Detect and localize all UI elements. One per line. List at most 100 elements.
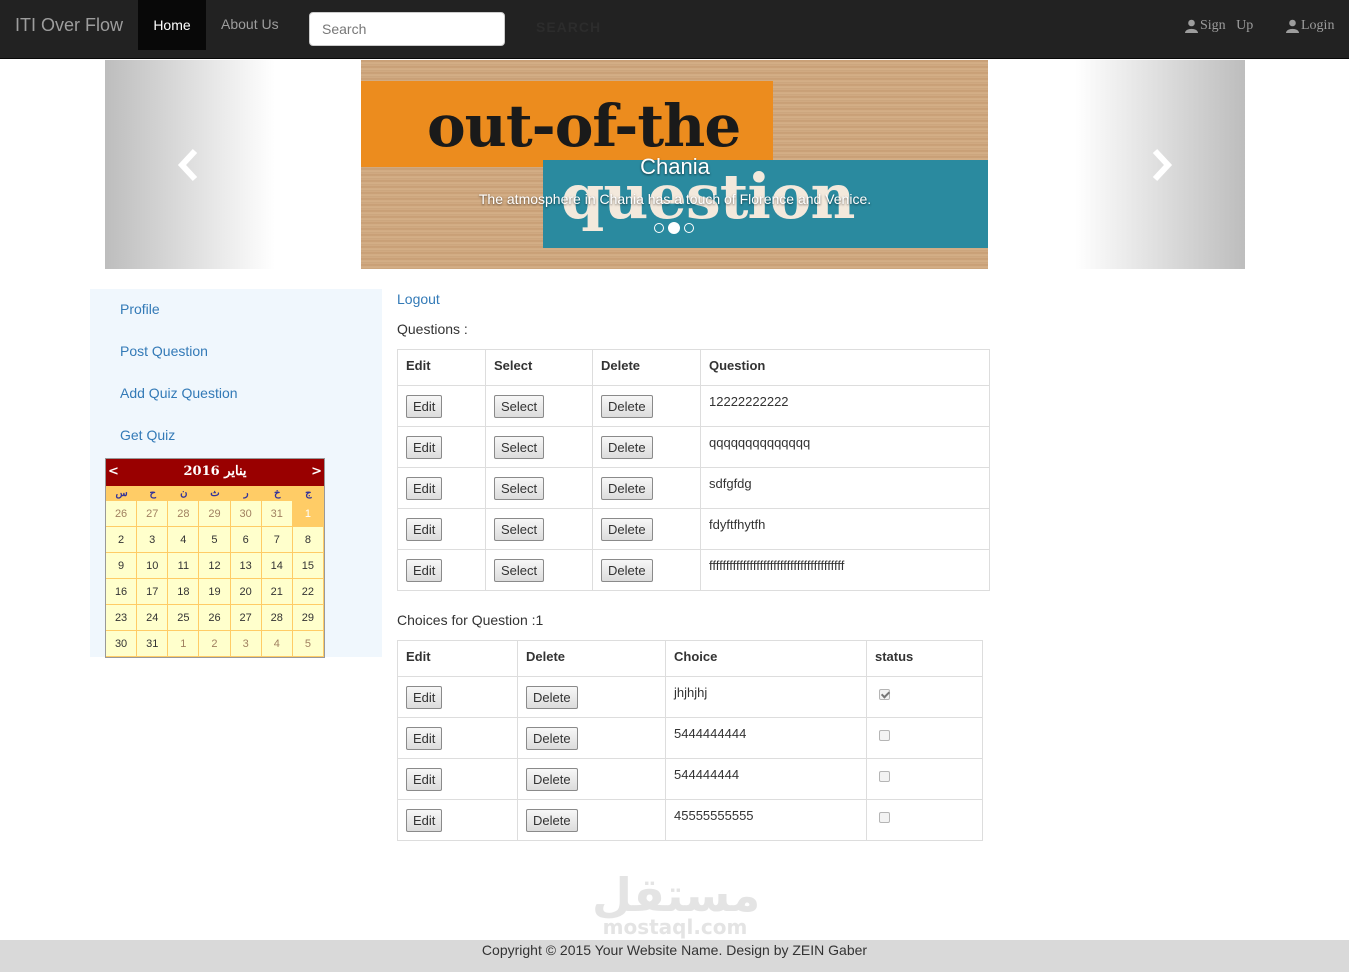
calendar-day[interactable]: 30: [230, 501, 262, 527]
calendar-day[interactable]: 24: [137, 605, 169, 631]
table-row: Edit Delete 5444444444: [397, 717, 983, 759]
select-button[interactable]: Select: [494, 395, 545, 418]
calendar-day[interactable]: 28: [261, 605, 293, 631]
delete-button[interactable]: Delete: [601, 518, 653, 541]
calendar-day[interactable]: 3: [230, 631, 262, 657]
carousel-indicator-active[interactable]: [668, 222, 680, 234]
calendar-day[interactable]: 22: [292, 579, 324, 605]
login-label: Login: [1301, 18, 1335, 33]
status-checkbox[interactable]: [879, 689, 890, 700]
table-row: Edit Select Delete fdyftfhytfh: [397, 508, 990, 550]
search-input[interactable]: [309, 12, 505, 46]
calendar-day[interactable]: 25: [168, 605, 200, 631]
calendar-day[interactable]: 9: [106, 553, 138, 579]
calendar-next-button[interactable]: >: [311, 464, 322, 479]
edit-button[interactable]: Edit: [406, 518, 443, 541]
calendar-day[interactable]: 26: [199, 605, 231, 631]
calendar-day[interactable]: 14: [261, 553, 293, 579]
sidebar-item-add-quiz-question[interactable]: Add Quiz Question: [120, 385, 238, 401]
nav-signup-link[interactable]: Sign Up: [1185, 18, 1253, 34]
nav-login-link[interactable]: Login: [1286, 18, 1334, 34]
calendar-day[interactable]: 3: [137, 527, 169, 553]
edit-button[interactable]: Edit: [406, 809, 443, 832]
calendar-day[interactable]: 2: [106, 527, 138, 553]
watermark-arabic: مستقل: [592, 868, 761, 922]
logout-link[interactable]: Logout: [397, 291, 440, 307]
calendar-day[interactable]: 16: [106, 579, 138, 605]
delete-button[interactable]: Delete: [601, 395, 653, 418]
edit-button[interactable]: Edit: [406, 477, 443, 500]
edit-button[interactable]: Edit: [406, 436, 443, 459]
delete-button[interactable]: Delete: [526, 686, 578, 709]
calendar-day[interactable]: 15: [292, 553, 324, 579]
carousel-indicator[interactable]: [654, 223, 664, 233]
status-checkbox[interactable]: [879, 730, 890, 741]
nav-about-link[interactable]: About Us: [221, 16, 279, 32]
choice-text: 45555555555: [665, 799, 867, 841]
sidebar-item-get-quiz[interactable]: Get Quiz: [120, 427, 175, 443]
calendar-day[interactable]: 7: [261, 527, 293, 553]
delete-button[interactable]: Delete: [526, 727, 578, 750]
edit-button[interactable]: Edit: [406, 727, 443, 750]
search-button[interactable]: SEARCH: [536, 19, 601, 35]
brand-logo[interactable]: ITI Over Flow: [15, 15, 123, 36]
status-checkbox[interactable]: [879, 812, 890, 823]
user-icon: [1185, 19, 1198, 33]
calendar-day[interactable]: 17: [137, 579, 169, 605]
calendar-day[interactable]: 27: [230, 605, 262, 631]
delete-button[interactable]: Delete: [601, 477, 653, 500]
calendar-day[interactable]: 1: [168, 631, 200, 657]
select-button[interactable]: Select: [494, 477, 545, 500]
calendar-day[interactable]: 13: [230, 553, 262, 579]
carousel-caption-text: The atmosphere in Chania has a touch of …: [478, 191, 872, 207]
questions-label: Questions :: [397, 321, 468, 337]
edit-button[interactable]: Edit: [406, 686, 443, 709]
calendar-day[interactable]: 19: [199, 579, 231, 605]
edit-button[interactable]: Edit: [406, 768, 443, 791]
calendar-day[interactable]: 27: [137, 501, 169, 527]
edit-button[interactable]: Edit: [406, 559, 443, 582]
calendar-day[interactable]: 21: [261, 579, 293, 605]
calendar-day[interactable]: 31: [261, 501, 293, 527]
navbar: ITI Over Flow Home About Us SEARCH Sign …: [0, 0, 1349, 59]
calendar-day[interactable]: 11: [168, 553, 200, 579]
delete-button[interactable]: Delete: [526, 768, 578, 791]
chevron-right-icon[interactable]: [1145, 148, 1175, 182]
select-button[interactable]: Select: [494, 518, 545, 541]
calendar-day[interactable]: 8: [292, 527, 324, 553]
table-row: Edit Delete jhjhjhj: [397, 676, 983, 718]
select-button[interactable]: Select: [494, 559, 545, 582]
sidebar-item-profile[interactable]: Profile: [120, 301, 160, 317]
calendar-day[interactable]: 12: [199, 553, 231, 579]
edit-button[interactable]: Edit: [406, 395, 443, 418]
calendar-day[interactable]: 5: [292, 631, 324, 657]
calendar-day[interactable]: 4: [168, 527, 200, 553]
calendar-day[interactable]: 1: [292, 501, 324, 527]
table-row: Edit Select Delete 12222222222: [397, 385, 990, 427]
nav-home-link[interactable]: Home: [138, 0, 206, 50]
calendar-day[interactable]: 31: [137, 631, 169, 657]
col-header: status: [866, 640, 983, 677]
calendar-day[interactable]: 5: [199, 527, 231, 553]
delete-button[interactable]: Delete: [601, 436, 653, 459]
calendar-day[interactable]: 23: [106, 605, 138, 631]
status-checkbox[interactable]: [879, 771, 890, 782]
table-row: Edit Select Delete sdfgfdg: [397, 467, 990, 509]
carousel-indicator[interactable]: [684, 223, 694, 233]
delete-button[interactable]: Delete: [601, 559, 653, 582]
calendar-day[interactable]: 28: [168, 501, 200, 527]
delete-button[interactable]: Delete: [526, 809, 578, 832]
calendar-day[interactable]: 20: [230, 579, 262, 605]
select-button[interactable]: Select: [494, 436, 545, 459]
calendar-day[interactable]: 2: [199, 631, 231, 657]
calendar-day[interactable]: 29: [292, 605, 324, 631]
calendar-day[interactable]: 29: [199, 501, 231, 527]
calendar-day[interactable]: 6: [230, 527, 262, 553]
calendar-day[interactable]: 18: [168, 579, 200, 605]
sidebar-item-post-question[interactable]: Post Question: [120, 343, 208, 359]
calendar-day[interactable]: 10: [137, 553, 169, 579]
calendar-day[interactable]: 26: [106, 501, 138, 527]
calendar-day[interactable]: 4: [261, 631, 293, 657]
calendar-day[interactable]: 30: [106, 631, 138, 657]
chevron-left-icon[interactable]: [175, 148, 205, 182]
